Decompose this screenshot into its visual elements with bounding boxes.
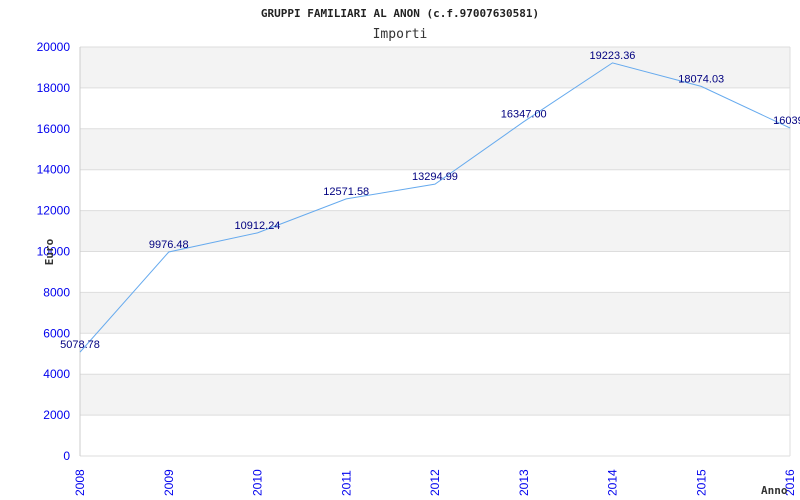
x-tick-label: 2011 [339, 470, 353, 496]
data-label: 5078.78 [60, 339, 100, 351]
data-label: 19223.36 [590, 50, 636, 62]
line-chart: GRUPPI FAMILIARI AL ANON (c.f.9700763058… [37, 7, 800, 497]
x-tick-label: 2008 [73, 469, 87, 496]
grid-band [80, 292, 790, 334]
y-tick-label: 4000 [43, 367, 70, 381]
y-tick-label: 0 [63, 449, 70, 463]
data-label: 10912.24 [235, 220, 281, 232]
data-label: 16347.00 [501, 109, 547, 121]
x-tick-label: 2015 [694, 469, 708, 496]
y-tick-label: 12000 [37, 204, 71, 218]
y-tick-label: 18000 [37, 81, 71, 95]
grid-band [80, 374, 790, 416]
x-axis-label: Anno [761, 484, 788, 497]
x-tick-label: 2010 [251, 469, 265, 496]
y-tick-label: 8000 [43, 285, 70, 299]
x-tick-label: 2009 [162, 469, 176, 496]
y-tick-label: 14000 [37, 163, 71, 177]
data-label: 13294.99 [412, 171, 458, 183]
y-tick-label: 16000 [37, 122, 71, 136]
data-label: 9976.48 [149, 239, 189, 251]
grid-band [80, 128, 790, 170]
x-tick-label: 2013 [517, 469, 531, 496]
chart-title: GRUPPI FAMILIARI AL ANON (c.f.9700763058… [261, 7, 539, 20]
data-label: 12571.58 [323, 186, 369, 198]
x-tick-label: 2014 [606, 469, 620, 496]
y-tick-label: 2000 [43, 408, 70, 422]
y-tick-label: 20000 [37, 40, 71, 54]
y-axis-label: Euro [43, 238, 56, 265]
chart-subtitle: Importi [373, 27, 428, 42]
data-label: 18074.03 [678, 73, 724, 85]
data-label: 16039. [773, 115, 800, 127]
x-tick-label: 2012 [428, 469, 442, 496]
